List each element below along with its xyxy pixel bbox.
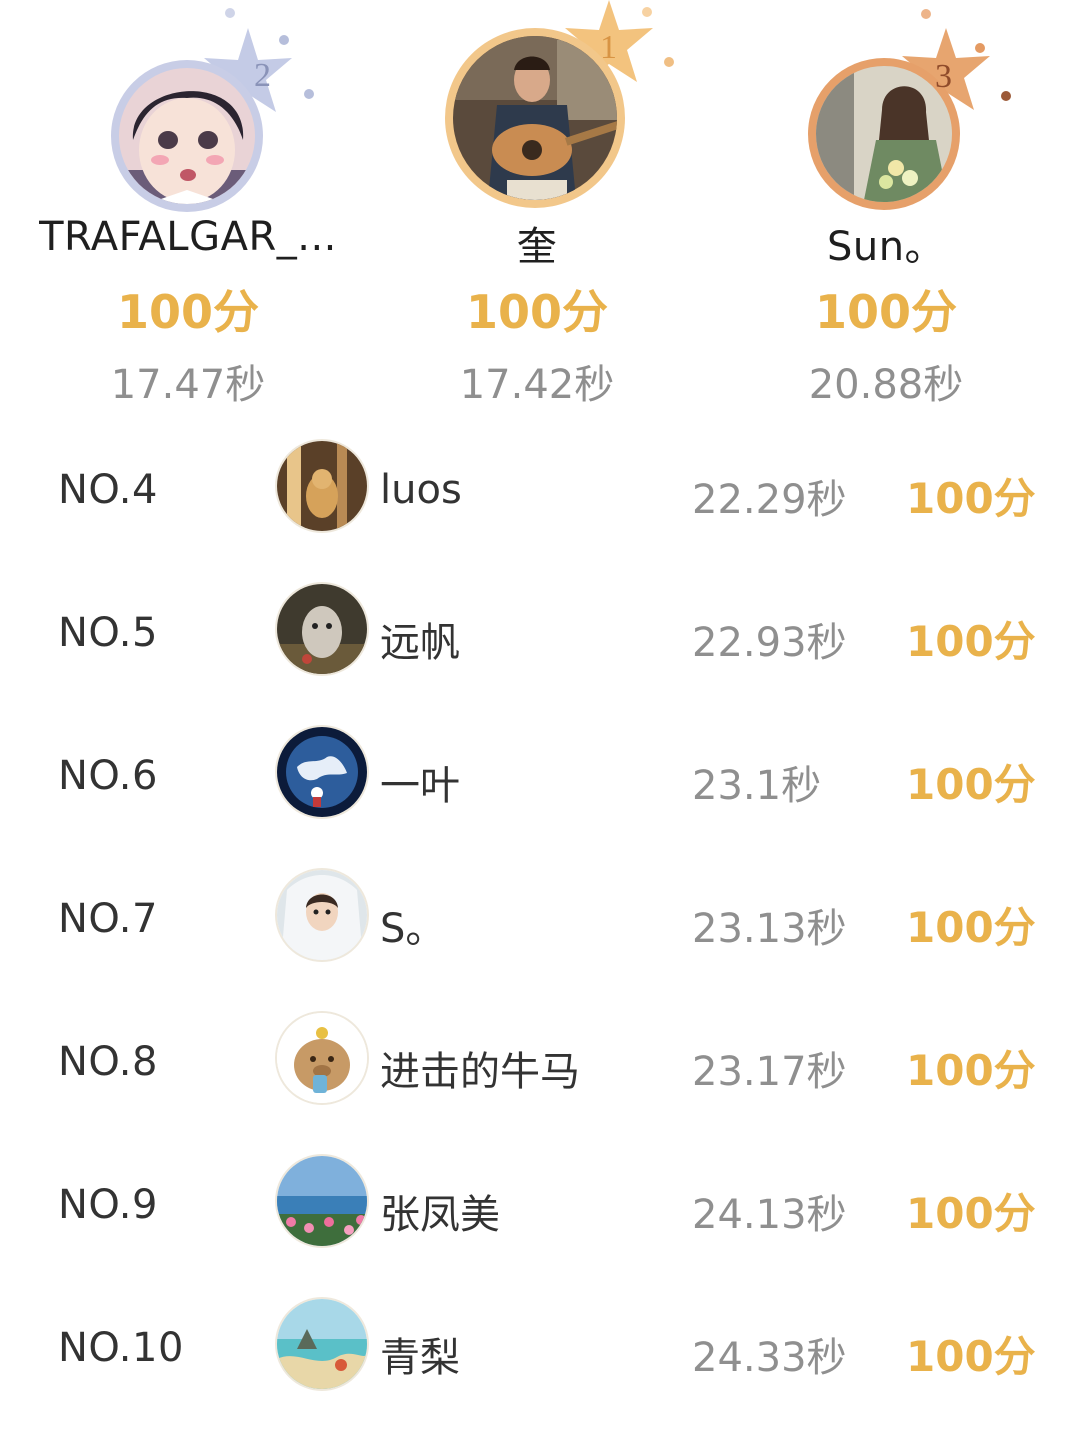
score: 100分 (906, 1189, 1036, 1238)
rank-number: NO.9 (58, 1182, 158, 1228)
avatar (277, 1013, 367, 1103)
rank-number: NO.8 (58, 1039, 158, 1085)
avatar (277, 584, 367, 674)
avatar (277, 1299, 367, 1389)
avatar (277, 870, 367, 960)
avatar-frame-silver: 2 (8, 0, 368, 220)
rank-row[interactable]: NO.6 一叶 23.1秒 100分 (0, 709, 1080, 839)
rank-number: NO.6 (58, 753, 158, 799)
player-name: 远帆 (380, 620, 460, 666)
time-taken: 22.93秒 (692, 620, 847, 666)
time-taken: 23.17秒 (692, 1049, 847, 1095)
rank-row[interactable]: NO.9 张凤美 24.13秒 100分 (0, 1138, 1080, 1268)
avatar (277, 1156, 367, 1246)
time-taken: 22.29秒 (692, 477, 847, 523)
rank-number: NO.4 (58, 467, 158, 513)
podium-score: 100分 (814, 285, 958, 339)
score: 100分 (906, 474, 1036, 523)
score: 100分 (906, 1332, 1036, 1381)
podium-time: 17.47秒 (110, 362, 266, 408)
svg-text:2: 2 (254, 57, 271, 94)
podium-second-place[interactable]: 2 TRAFALGAR_... 100分 17.47秒 (8, 0, 368, 420)
player-name: 张凤美 (380, 1192, 500, 1238)
score: 100分 (906, 903, 1036, 952)
rank-number: NO.10 (58, 1325, 184, 1371)
rank-row[interactable]: NO.10 青梨 24.33秒 100分 (0, 1281, 1080, 1411)
podium-score: 100分 (116, 285, 260, 339)
podium-name: Sun。 (826, 224, 946, 270)
score: 100分 (906, 760, 1036, 809)
podium-time: 17.42秒 (459, 362, 615, 408)
podium-third-place[interactable]: 3 Sun。 100分 20.88秒 (706, 0, 1066, 420)
rank-row[interactable]: NO.5 远帆 22.93秒 100分 (0, 566, 1080, 696)
player-name: luos (380, 467, 462, 513)
player-name: 青梨 (380, 1335, 460, 1381)
time-taken: 23.13秒 (692, 906, 847, 952)
podium-name: TRAFALGAR_... (39, 214, 337, 260)
player-name: S。 (380, 906, 446, 952)
podium-time: 20.88秒 (808, 362, 964, 408)
time-taken: 24.13秒 (692, 1192, 847, 1238)
rank-row[interactable]: NO.4 luos 22.29秒 100分 (0, 423, 1080, 553)
player-name: 一叶 (380, 763, 460, 809)
rank-number: NO.5 (58, 610, 158, 656)
podium-score: 100分 (465, 285, 609, 339)
avatar-frame-gold: 1 (357, 0, 717, 220)
time-taken: 23.1秒 (692, 763, 822, 809)
avatar (277, 727, 367, 817)
podium-first-place[interactable]: 1 奎 100分 17.42秒 (357, 0, 717, 420)
rank-number: NO.7 (58, 896, 158, 942)
score: 100分 (906, 1046, 1036, 1095)
svg-text:3: 3 (935, 58, 952, 95)
leaderboard-page: 2 TRAFALGAR_... 100分 17.47秒 1 奎 100分 17.… (0, 0, 1080, 1439)
rank-row[interactable]: NO.8 进击的牛马 23.17秒 100分 (0, 995, 1080, 1125)
avatar-frame-bronze: 3 (706, 0, 1066, 220)
time-taken: 24.33秒 (692, 1335, 847, 1381)
podium-name: 奎 (516, 224, 558, 270)
rank-row[interactable]: NO.7 S。 23.13秒 100分 (0, 852, 1080, 982)
avatar (277, 441, 367, 531)
svg-text:1: 1 (600, 29, 617, 66)
score: 100分 (906, 617, 1036, 666)
player-name: 进击的牛马 (380, 1049, 580, 1095)
